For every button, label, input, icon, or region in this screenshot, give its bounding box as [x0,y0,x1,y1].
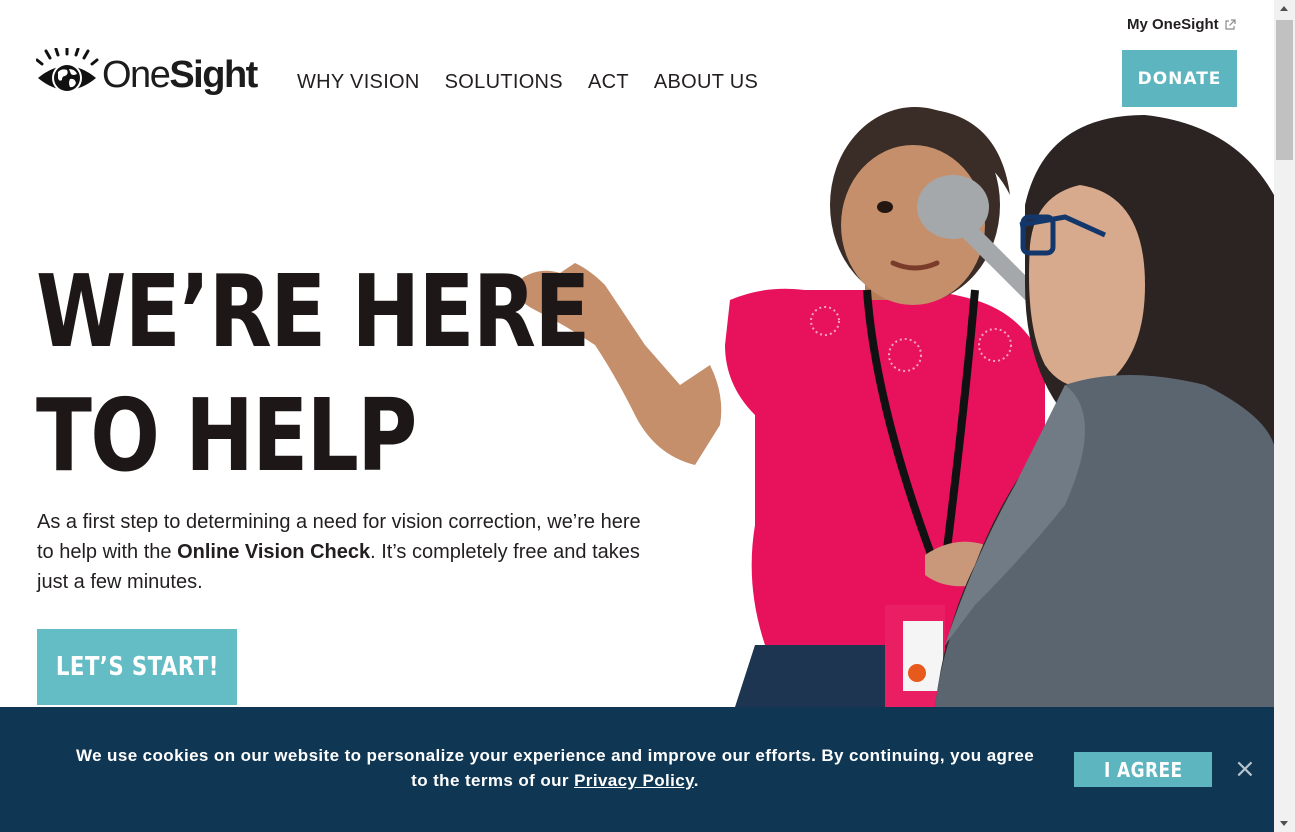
nav-why-vision[interactable]: WHY VISION [297,71,420,94]
page-scrollbar[interactable] [1274,0,1295,832]
my-onesight-label: My OneSight [1127,16,1219,33]
hero-photo [505,85,1274,707]
i-agree-label: I AGREE [1103,757,1183,782]
logo-wordmark: OneSight [102,53,258,97]
hero-title-line-1: WE’RE HERE [36,253,590,370]
scroll-thumb[interactable] [1276,20,1293,160]
logo-wordmark-sight: Sight [169,53,258,96]
cookie-text-end: . [693,771,699,790]
cookie-banner: We use cookies on our website to persona… [0,707,1274,832]
lets-start-button[interactable]: LET’S START! [37,629,237,705]
logo-wordmark-one: One [102,53,171,96]
cookie-text-start: We use cookies on our website to persona… [75,746,1035,790]
i-agree-button[interactable]: I AGREE [1074,752,1212,787]
scroll-up-arrow-icon[interactable] [1280,6,1288,11]
onesight-logo[interactable]: OneSight [36,48,258,100]
scroll-down-arrow-icon[interactable] [1280,821,1288,826]
hero-photo-illustration [513,107,1274,707]
external-link-icon [1224,18,1236,31]
close-icon[interactable]: × [1234,756,1256,782]
hero-description: As a first step to determining a need fo… [37,507,647,597]
privacy-policy-link[interactable]: Privacy Policy [574,771,694,790]
hero-text-bold: Online Vision Check [177,541,371,563]
cookie-message: We use cookies on our website to persona… [70,743,1040,793]
my-onesight-link[interactable]: My OneSight [1127,16,1236,33]
globe-eye-logo-icon [36,48,99,93]
hero-title: WE’RE HERE TO HELP [36,250,590,498]
lets-start-label: LET’S START! [55,652,219,682]
hero-title-line-2: TO HELP [36,377,417,494]
